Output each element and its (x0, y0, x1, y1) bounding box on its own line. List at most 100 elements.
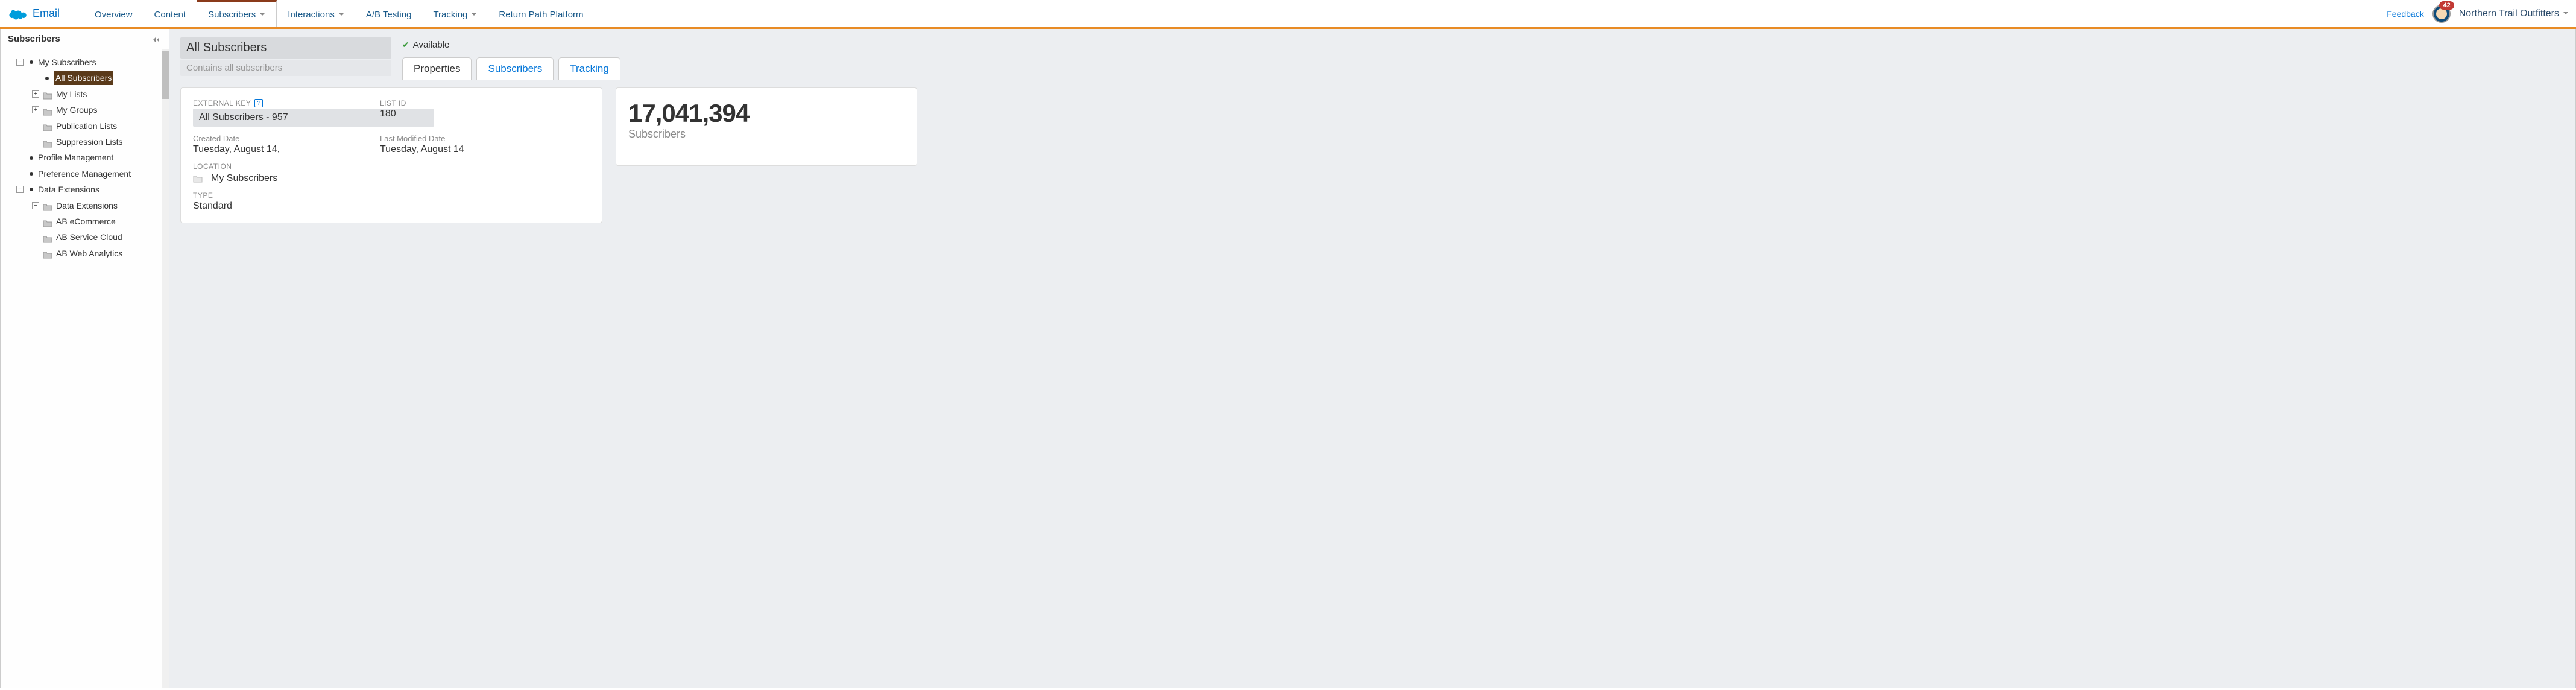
collapse-icon[interactable] (152, 36, 162, 43)
tree-item-data-extensions-root[interactable]: − Data Extensions (5, 182, 166, 197)
feedback-link[interactable]: Feedback (2387, 9, 2423, 19)
page-subtitle: Contains all subscribers (180, 60, 391, 76)
folder-icon (43, 233, 52, 241)
tree-item-ab-ecommerce[interactable]: AB eCommerce (5, 214, 166, 229)
tree-collapse-icon[interactable]: − (32, 202, 39, 209)
content-tabs: Properties Subscribers Tracking (402, 57, 620, 80)
folder-icon (43, 218, 52, 226)
tree-collapse-icon[interactable]: − (16, 186, 24, 193)
nav-tab-interactions[interactable]: Interactions (277, 0, 355, 27)
nav-tab-content[interactable]: Content (144, 0, 197, 27)
bullet-icon (30, 156, 33, 160)
app-name[interactable]: Email (33, 7, 60, 20)
tree-item-data-extensions-folder[interactable]: − Data Extensions (5, 198, 166, 214)
tree-item-ab-service-cloud[interactable]: AB Service Cloud (5, 229, 166, 245)
help-icon[interactable]: ? (254, 99, 263, 107)
folder-icon (43, 249, 52, 257)
org-switcher[interactable]: Northern Trail Outfitters (2459, 8, 2569, 19)
folder-icon (43, 138, 52, 146)
status-available: ✔ Available (402, 37, 620, 50)
salesforce-logo (7, 7, 27, 21)
stats-panel: 17,041,394 Subscribers (616, 87, 917, 166)
nav-tab-overview[interactable]: Overview (84, 0, 144, 27)
tree-label: Publication Lists (56, 119, 117, 133)
prop-created-date: Created Date Tuesday, August 14, (193, 134, 362, 155)
tab-subscribers[interactable]: Subscribers (476, 57, 554, 80)
prop-type: TYPE Standard (193, 191, 590, 212)
prop-value: Tuesday, August 14, (193, 144, 362, 155)
tree-label: Preference Management (38, 167, 131, 180)
nav-tab-tracking[interactable]: Tracking (422, 0, 488, 27)
scrollbar-thumb[interactable] (162, 51, 169, 99)
folder-icon (43, 90, 52, 98)
check-icon: ✔ (402, 40, 409, 50)
prop-external-key: EXTERNAL KEY ? All Subscribers - 957 (193, 99, 362, 127)
nav-tab-label: A/B Testing (366, 10, 412, 20)
nav-tab-label: Overview (95, 10, 133, 20)
chevron-down-icon (338, 10, 344, 20)
prop-label: Last Modified Date (380, 134, 590, 143)
tree-item-my-subscribers[interactable]: − My Subscribers (5, 54, 166, 70)
tree-label: My Groups (56, 103, 97, 116)
tree-item-preference-management[interactable]: Preference Management (5, 166, 166, 182)
nav-tab-label: Subscribers (208, 10, 256, 20)
tree-label: Data Extensions (38, 183, 99, 196)
title-box: All Subscribers Contains all subscribers (180, 37, 391, 76)
tree-label: Profile Management (38, 151, 113, 164)
sidebar-tree: − My Subscribers All Subscribers + My Li… (1, 49, 169, 688)
tree-item-publication-lists[interactable]: Publication Lists (5, 118, 166, 134)
nav-right: Feedback 42 Northern Trail Outfitters (2387, 5, 2569, 23)
sidebar: Subscribers − My Subscribers All Subscri… (1, 29, 169, 688)
folder-icon (43, 106, 52, 114)
prop-label: Created Date (193, 134, 362, 143)
tree-expand-icon[interactable]: + (32, 106, 39, 113)
tree-label: Data Extensions (56, 199, 118, 212)
nav-tab-label: Content (154, 10, 186, 20)
tree-label: AB eCommerce (56, 215, 116, 228)
bullet-icon (30, 60, 33, 64)
scrollbar[interactable] (162, 49, 169, 688)
page-title: All Subscribers (180, 37, 391, 59)
folder-icon (193, 175, 203, 183)
nav-tabs: Overview Content Subscribers Interaction… (84, 0, 2387, 27)
top-nav: Email Overview Content Subscribers Inter… (0, 0, 2576, 29)
org-name-label: Northern Trail Outfitters (2459, 8, 2559, 19)
nav-tab-returnpath[interactable]: Return Path Platform (488, 0, 594, 27)
prop-modified-date: Last Modified Date Tuesday, August 14 (380, 134, 590, 155)
status-tabs-column: ✔ Available Properties Subscribers Track… (402, 37, 620, 80)
tree-item-ab-web-analytics[interactable]: AB Web Analytics (5, 245, 166, 261)
tree-item-suppression-lists[interactable]: Suppression Lists (5, 134, 166, 150)
nav-tab-abtesting[interactable]: A/B Testing (355, 0, 423, 27)
avatar[interactable]: 42 (2432, 5, 2451, 23)
tree-item-my-lists[interactable]: + My Lists (5, 86, 166, 102)
prop-value: Standard (193, 201, 590, 212)
prop-label: LOCATION (193, 162, 590, 171)
status-label: Available (413, 40, 450, 50)
tab-properties[interactable]: Properties (402, 57, 472, 80)
tree-label: My Subscribers (38, 55, 96, 69)
body: Subscribers − My Subscribers All Subscri… (0, 29, 2576, 688)
nav-tab-subscribers[interactable]: Subscribers (197, 0, 277, 27)
prop-value: Tuesday, August 14 (380, 144, 590, 155)
tree-label: My Lists (56, 87, 87, 101)
panels-row: EXTERNAL KEY ? All Subscribers - 957 LIS… (180, 87, 2565, 223)
bullet-icon (30, 188, 33, 191)
prop-location: LOCATION My Subscribers (193, 162, 590, 184)
subscriber-count: 17,041,394 (628, 99, 904, 128)
tree-label: AB Web Analytics (56, 247, 122, 260)
folder-icon (43, 122, 52, 130)
tree-item-my-groups[interactable]: + My Groups (5, 102, 166, 118)
tree-expand-icon[interactable]: + (32, 90, 39, 98)
folder-icon (43, 201, 52, 209)
chevron-down-icon (2563, 8, 2569, 19)
tree-item-profile-management[interactable]: Profile Management (5, 150, 166, 165)
chevron-down-icon (471, 10, 477, 20)
tab-tracking[interactable]: Tracking (558, 57, 620, 80)
notification-badge: 42 (2439, 1, 2454, 10)
prop-label: LIST ID (380, 99, 590, 107)
subscriber-count-label: Subscribers (628, 128, 904, 141)
prop-label: EXTERNAL KEY (193, 99, 251, 107)
tree-collapse-icon[interactable]: − (16, 59, 24, 66)
tree-item-all-subscribers[interactable]: All Subscribers (5, 70, 166, 86)
tree-label: All Subscribers (54, 71, 113, 84)
